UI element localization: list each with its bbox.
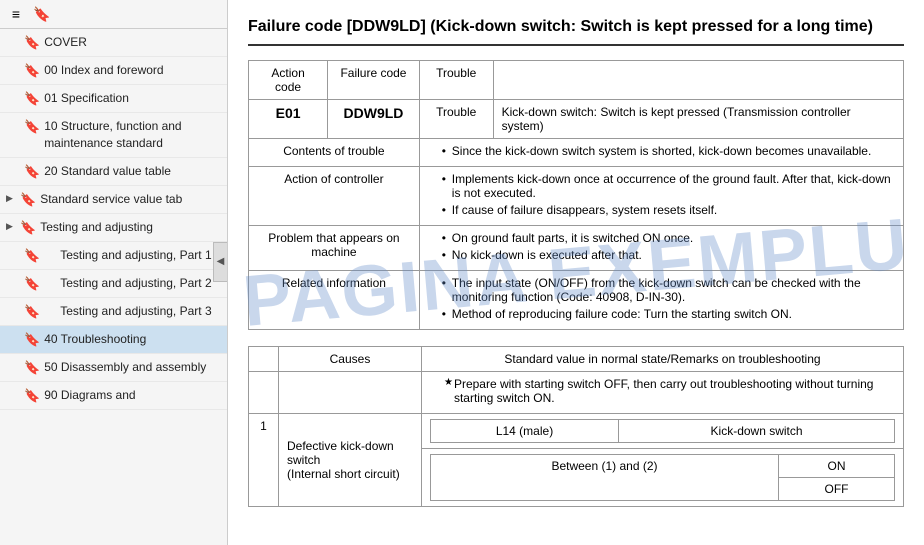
causes-prepare-note: Prepare with starting switch OFF, then c…	[421, 372, 903, 414]
sidebar-item-diagrams[interactable]: 🔖90 Diagrams and	[0, 382, 227, 410]
action-code-value: E01	[249, 100, 328, 139]
sidebar-items-container: 🔖COVER🔖00 Index and foreword🔖01 Specific…	[0, 29, 227, 410]
failure-code-value: DDW9LD	[328, 100, 420, 139]
sidebar-label-testing1: Testing and adjusting	[40, 219, 219, 236]
sidebar-item-testing1[interactable]: ▶ 🔖Testing and adjusting	[0, 214, 227, 242]
menu-icon[interactable]: ≡	[6, 4, 26, 24]
bookmark-toolbar-icon[interactable]: 🔖	[32, 4, 52, 24]
sidebar-label-structure: 10 Structure, function and maintenance s…	[44, 118, 219, 152]
sidebar-item-cover[interactable]: 🔖COVER	[0, 29, 227, 57]
bookmark-icon-spec: 🔖	[24, 91, 40, 107]
bookmark-icon-index: 🔖	[24, 63, 40, 79]
standard-header: Standard value in normal state/Remarks o…	[421, 347, 903, 372]
info-row-0: Contents of trouble Since the kick-down s…	[249, 139, 904, 167]
sub-between-label: Between (1) and (2)	[430, 455, 778, 501]
bookmark-icon-testing4: 🔖	[24, 304, 40, 320]
row-label-0: Contents of trouble	[249, 139, 420, 167]
col-header-failure-code: Failure code	[328, 61, 420, 100]
sidebar-item-spec[interactable]: 🔖01 Specification	[0, 85, 227, 113]
row-content-0: Since the kick-down switch system is sho…	[419, 139, 903, 167]
trouble-description: Kick-down switch: Switch is kept pressed…	[493, 100, 903, 139]
sidebar: ≡ 🔖 🔖COVER🔖00 Index and foreword🔖01 Spec…	[0, 0, 228, 545]
bookmark-icon-troubleshooting: 🔖	[24, 332, 40, 348]
col-header-action-code: Action code	[249, 61, 328, 100]
sidebar-label-testing4: Testing and adjusting, Part 3	[44, 303, 219, 320]
sidebar-item-standard[interactable]: 🔖20 Standard value table	[0, 158, 227, 186]
expand-arrow-testing1: ▶	[6, 221, 16, 232]
row-content2-item-1: If cause of failure disappears, system r…	[442, 203, 895, 217]
sidebar-toolbar: ≡ 🔖	[0, 0, 227, 29]
bookmark-icon-disassembly: 🔖	[24, 360, 40, 376]
main-info-table: Action code Failure code Trouble E01 DDW…	[248, 60, 904, 330]
sidebar-label-index: 00 Index and foreword	[44, 62, 219, 79]
sub-label-male: L14 (male)	[430, 420, 618, 443]
sidebar-item-service[interactable]: ▶ 🔖Standard service value tab	[0, 186, 227, 214]
row-label-2: Problem that appears on machine	[249, 226, 420, 271]
trouble-label: Trouble	[419, 100, 493, 139]
causes-sub-header: L14 (male) Kick-down switch	[421, 414, 903, 449]
sidebar-label-testing3: Testing and adjusting, Part 2	[44, 275, 219, 292]
sidebar-label-testing2: Testing and adjusting, Part 1	[44, 247, 219, 264]
causes-row-1: 1 Defective kick-down switch(Internal sh…	[249, 414, 904, 449]
sidebar-item-disassembly[interactable]: 🔖50 Disassembly and assembly	[0, 354, 227, 382]
sidebar-item-testing4[interactable]: 🔖Testing and adjusting, Part 3	[0, 298, 227, 326]
sidebar-label-cover: COVER	[44, 34, 219, 51]
row-content-1: Implements kick-down once at occurrence …	[419, 167, 903, 226]
row-content1-item-2: On ground fault parts, it is switched ON…	[442, 231, 895, 245]
sidebar-label-diagrams: 90 Diagrams and	[44, 387, 219, 404]
sidebar-label-troubleshooting: 40 Troubleshooting	[44, 331, 219, 348]
causes-between-row: Between (1) and (2) ON OFF	[421, 449, 903, 507]
bookmark-icon-testing1: 🔖	[20, 220, 36, 236]
bookmark-icon-service: 🔖	[20, 192, 36, 208]
causes-table: Causes Standard value in normal state/Re…	[248, 346, 904, 507]
bookmark-icon-testing3: 🔖	[24, 276, 40, 292]
row-content2-item-2: No kick-down is executed after that.	[442, 248, 895, 262]
causes-prepare-row: Prepare with starting switch OFF, then c…	[249, 372, 904, 414]
row-content-2: On ground fault parts, it is switched ON…	[419, 226, 903, 271]
sidebar-item-troubleshooting[interactable]: 🔖40 Troubleshooting	[0, 326, 227, 354]
sidebar-label-service: Standard service value tab	[40, 191, 219, 208]
sidebar-label-spec: 01 Specification	[44, 90, 219, 107]
row-content1-item-1: Implements kick-down once at occurrence …	[442, 172, 895, 200]
col-header-trouble-desc	[493, 61, 903, 100]
causes-row-num: 1	[249, 414, 279, 507]
sub-col-kickdown: Kick-down switch	[619, 420, 895, 443]
sidebar-item-structure[interactable]: 🔖10 Structure, function and maintenance …	[0, 113, 227, 158]
row-content-3: The input state (ON/OFF) from the kick-d…	[419, 271, 903, 330]
causes-cause: Defective kick-down switch(Internal shor…	[279, 414, 422, 507]
bookmark-icon-testing2: 🔖	[24, 248, 40, 264]
collapse-handle[interactable]: ◀	[213, 242, 227, 282]
row-label-1: Action of controller	[249, 167, 420, 226]
bookmark-icon-structure: 🔖	[24, 119, 40, 135]
row-label-3: Related information	[249, 271, 420, 330]
page-title: Failure code [DDW9LD] (Kick-down switch:…	[248, 16, 904, 46]
sidebar-label-disassembly: 50 Disassembly and assembly	[44, 359, 219, 376]
row-content-item-0: Since the kick-down switch system is sho…	[442, 144, 895, 158]
causes-empty	[279, 372, 422, 414]
bookmark-icon-cover: 🔖	[24, 35, 40, 51]
main-content: PAGINA EXEMPLU Failure code [DDW9LD] (Ki…	[228, 0, 924, 545]
causes-num-header	[249, 347, 279, 372]
sub-off-value: OFF	[779, 478, 895, 501]
sidebar-item-index[interactable]: 🔖00 Index and foreword	[0, 57, 227, 85]
causes-num-empty	[249, 372, 279, 414]
bookmark-icon-standard: 🔖	[24, 164, 40, 180]
info-row-3: Related information The input state (ON/O…	[249, 271, 904, 330]
sub-on-value: ON	[779, 455, 895, 478]
col-header-trouble: Trouble	[419, 61, 493, 100]
info-row-1: Action of controller Implements kick-down…	[249, 167, 904, 226]
info-row-2: Problem that appears on machine On ground…	[249, 226, 904, 271]
row-content1-item-3: The input state (ON/OFF) from the kick-d…	[442, 276, 895, 304]
bookmark-icon-diagrams: 🔖	[24, 388, 40, 404]
sidebar-item-testing2[interactable]: 🔖Testing and adjusting, Part 1	[0, 242, 227, 270]
expand-arrow-service: ▶	[6, 193, 16, 204]
sidebar-label-standard: 20 Standard value table	[44, 163, 219, 180]
causes-header: Causes	[279, 347, 422, 372]
row-content2-item-3: Method of reproducing failure code: Turn…	[442, 307, 895, 321]
sidebar-item-testing3[interactable]: 🔖Testing and adjusting, Part 2	[0, 270, 227, 298]
